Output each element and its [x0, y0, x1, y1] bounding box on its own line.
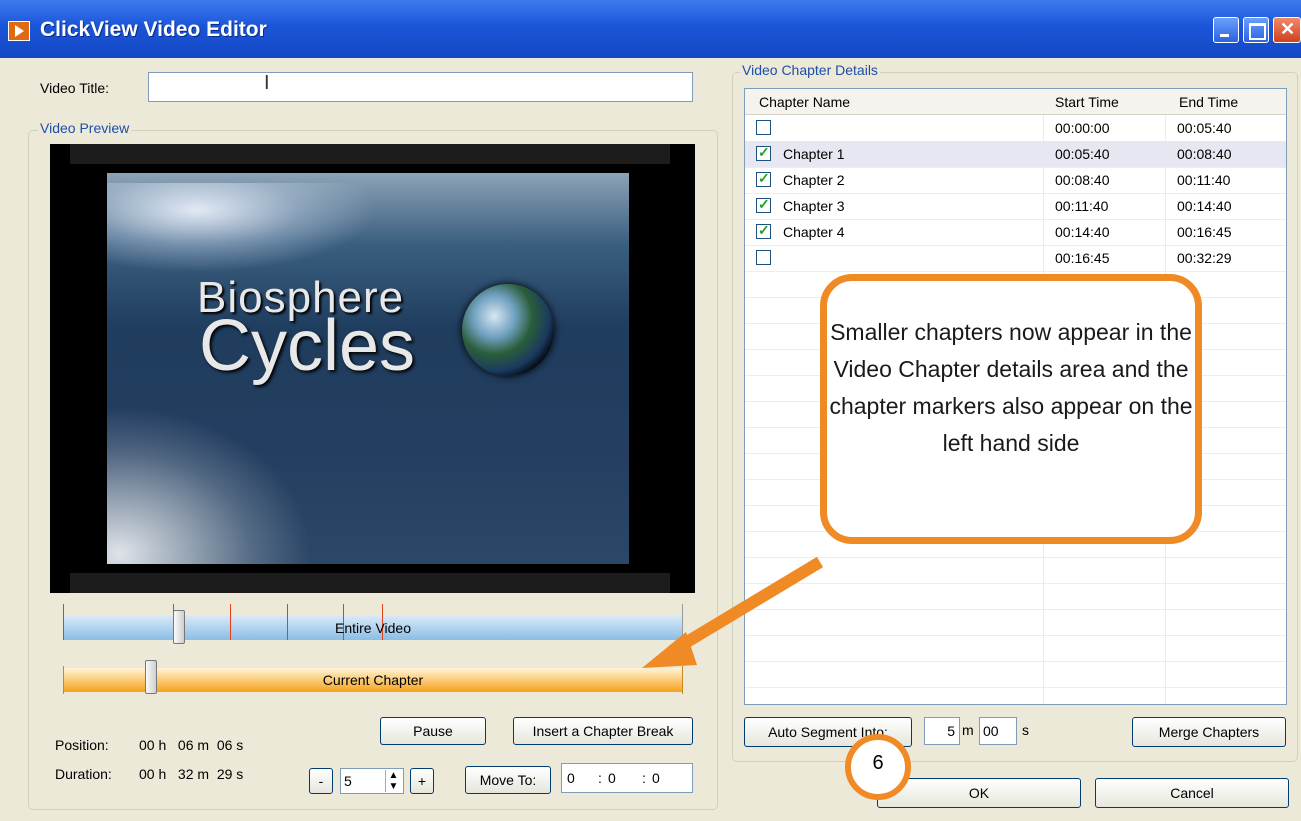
step-number-badge: 6: [845, 734, 911, 800]
left-arrow-line: [668, 556, 824, 657]
annotation-callout: Smaller chapters now appear in the Video…: [820, 274, 1202, 544]
